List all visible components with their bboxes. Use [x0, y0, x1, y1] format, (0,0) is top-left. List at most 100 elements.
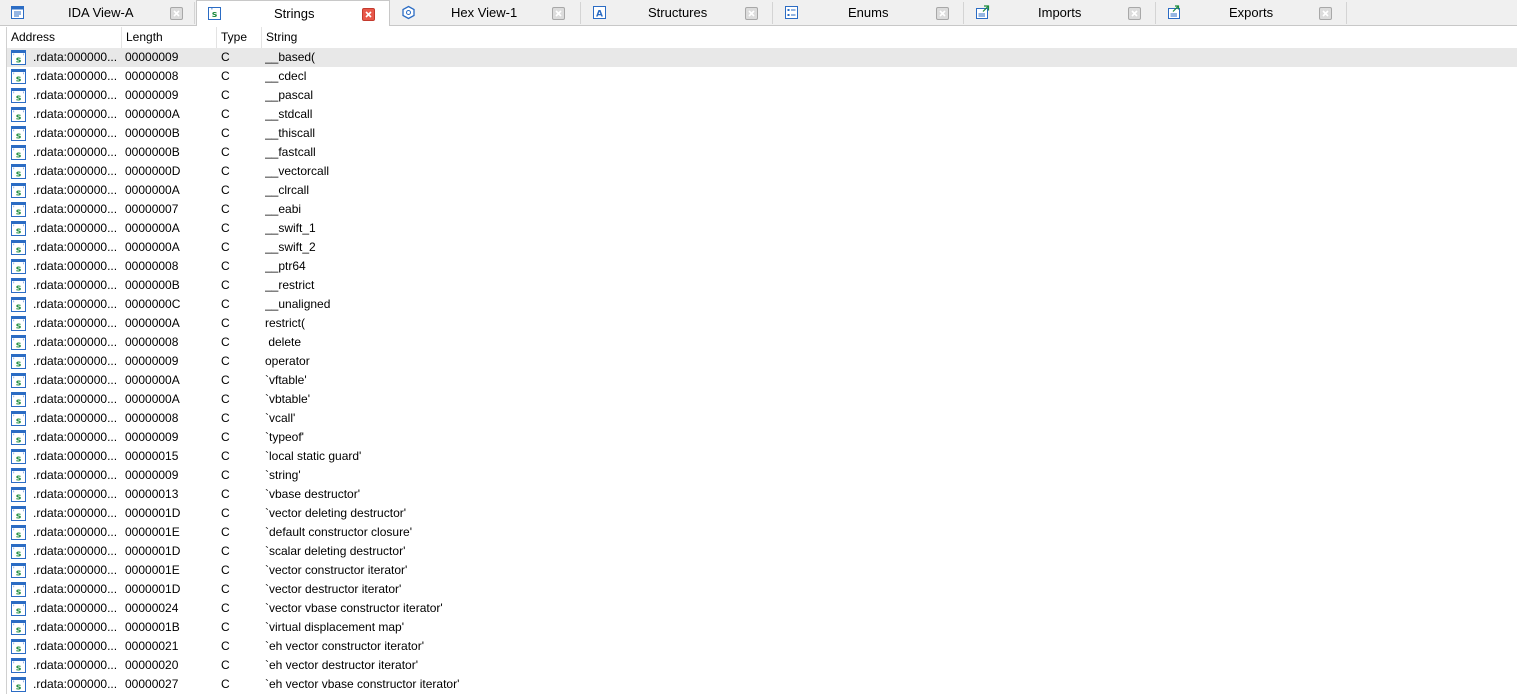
table-row[interactable]: s ' ' .rdata:000000... 0000000C C __unal… [7, 295, 1517, 314]
tab-strings[interactable]: s " Strings [196, 0, 390, 26]
column-header-type[interactable]: Type [217, 27, 262, 48]
close-icon[interactable] [745, 7, 758, 20]
cell-address: .rdata:000000... [33, 278, 118, 292]
cell-type: C [221, 107, 230, 121]
table-row[interactable]: s ' ' .rdata:000000... 0000000B C __fast… [7, 143, 1517, 162]
cell-address: .rdata:000000... [33, 468, 118, 482]
table-row[interactable]: s ' ' .rdata:000000... 0000000B C __rest… [7, 276, 1517, 295]
cell-string: `vbtable' [265, 392, 310, 406]
table-row[interactable]: s ' ' .rdata:000000... 00000024 C `vecto… [7, 599, 1517, 618]
table-row[interactable]: s ' ' .rdata:000000... 00000015 C `local… [7, 447, 1517, 466]
cell-type: C [221, 88, 230, 102]
table-row[interactable]: s ' ' .rdata:000000... 0000001E C `defau… [7, 523, 1517, 542]
table-row[interactable]: s ' ' .rdata:000000... 00000009 C `strin… [7, 466, 1517, 485]
cell-type: C [221, 50, 230, 64]
cell-type: C [221, 354, 230, 368]
svg-text:s: s [16, 569, 21, 579]
table-row[interactable]: s ' ' .rdata:000000... 00000009 C __pasc… [7, 86, 1517, 105]
table-row[interactable]: s ' ' .rdata:000000... 0000000A C __clrc… [7, 181, 1517, 200]
table-row[interactable]: s ' ' .rdata:000000... 00000008 C `vcall… [7, 409, 1517, 428]
cell-type: C [221, 582, 230, 596]
cell-length: 00000024 [125, 601, 179, 615]
close-icon[interactable] [936, 7, 949, 20]
table-row[interactable]: s ' ' .rdata:000000... 00000008 C delete [7, 333, 1517, 352]
cell-address: .rdata:000000... [33, 639, 118, 653]
tab-enums[interactable]: Enums [774, 2, 964, 24]
table-row[interactable]: s ' ' .rdata:000000... 00000020 C `eh ve… [7, 656, 1517, 675]
table-row[interactable]: s ' ' .rdata:000000... 0000001D C `vecto… [7, 504, 1517, 523]
cell-string: __ptr64 [265, 259, 306, 273]
cell-string: `vbase destructor' [265, 487, 360, 501]
string-icon: s ' ' [11, 240, 26, 256]
table-row[interactable]: s ' ' .rdata:000000... 0000001E C `vecto… [7, 561, 1517, 580]
string-icon: s ' ' [11, 259, 26, 275]
svg-text:s: s [16, 227, 21, 237]
string-icon: s ' ' [11, 126, 26, 142]
table-row[interactable]: s ' ' .rdata:000000... 0000001D C `vecto… [7, 580, 1517, 599]
table-row[interactable]: s ' ' .rdata:000000... 00000009 C operat… [7, 352, 1517, 371]
cell-type: C [221, 316, 230, 330]
table-row[interactable]: s ' ' .rdata:000000... 0000000A C __stdc… [7, 105, 1517, 124]
cell-string: `vector constructor iterator' [265, 563, 408, 577]
cell-address: .rdata:000000... [33, 202, 118, 216]
close-icon[interactable] [552, 7, 565, 20]
column-header-address[interactable]: Address [7, 27, 122, 48]
table-row[interactable]: s ' ' .rdata:000000... 00000013 C `vbase… [7, 485, 1517, 504]
tab-ida-view-a[interactable]: IDA View-A [0, 2, 195, 24]
column-header-length[interactable]: Length [122, 27, 217, 48]
svg-text:s: s [16, 75, 21, 85]
table-row[interactable]: s ' ' .rdata:000000... 00000027 C `eh ve… [7, 675, 1517, 694]
table-row[interactable]: s ' ' .rdata:000000... 00000008 C __ptr6… [7, 257, 1517, 276]
table-row[interactable]: s ' ' .rdata:000000... 00000008 C __cdec… [7, 67, 1517, 86]
cell-length: 00000020 [125, 658, 179, 672]
svg-text:s: s [16, 379, 21, 389]
close-icon[interactable] [170, 7, 183, 20]
table-row[interactable]: s ' ' .rdata:000000... 0000001B C `virtu… [7, 618, 1517, 637]
table-row[interactable]: s ' ' .rdata:000000... 0000001D C `scala… [7, 542, 1517, 561]
table-header: Address Length Type String [7, 27, 1517, 48]
table-row[interactable]: s ' ' .rdata:000000... 0000000A C __swif… [7, 238, 1517, 257]
cell-address: .rdata:000000... [33, 316, 118, 330]
table-row[interactable]: s ' ' .rdata:000000... 0000000A C `vbtab… [7, 390, 1517, 409]
cell-length: 0000001E [125, 525, 180, 539]
svg-text:s: s [16, 474, 21, 484]
close-icon[interactable] [362, 8, 375, 21]
tab-hex-view-1[interactable]: Hex View-1 [391, 2, 581, 24]
tab-imports[interactable]: Imports [965, 2, 1156, 24]
table-row[interactable]: s ' ' .rdata:000000... 0000000B C __this… [7, 124, 1517, 143]
cell-length: 0000000B [125, 145, 180, 159]
cell-address: .rdata:000000... [33, 506, 118, 520]
svg-text:s: s [16, 588, 21, 598]
svg-text:s: s [16, 436, 21, 446]
table-row[interactable]: s ' ' .rdata:000000... 00000007 C __eabi [7, 200, 1517, 219]
table-row[interactable]: s ' ' .rdata:000000... 00000009 C __base… [7, 48, 1517, 67]
cell-length: 00000007 [125, 202, 179, 216]
string-icon: s ' ' [11, 449, 26, 465]
cell-type: C [221, 563, 230, 577]
svg-text:s: s [16, 531, 21, 541]
string-icon: s ' ' [11, 525, 26, 541]
close-icon[interactable] [1128, 7, 1141, 20]
tab-exports[interactable]: Exports [1157, 2, 1347, 24]
table-row[interactable]: s ' ' .rdata:000000... 00000009 C `typeo… [7, 428, 1517, 447]
tab-structures[interactable]: A Structures [582, 2, 773, 24]
string-icon: s ' ' [11, 88, 26, 104]
table-row[interactable]: s ' ' .rdata:000000... 0000000D C __vect… [7, 162, 1517, 181]
table-row[interactable]: s ' ' .rdata:000000... 0000000A C `vftab… [7, 371, 1517, 390]
string-icon: s ' ' [11, 582, 26, 598]
cell-string: `vftable' [265, 373, 307, 387]
cell-string: __clrcall [265, 183, 310, 197]
close-icon[interactable] [1319, 7, 1332, 20]
string-icon: s ' ' [11, 658, 26, 674]
table-row[interactable]: s ' ' .rdata:000000... 00000021 C `eh ve… [7, 637, 1517, 656]
column-header-string[interactable]: String [262, 27, 1517, 48]
table-row[interactable]: s ' ' .rdata:000000... 0000000A C __swif… [7, 219, 1517, 238]
table-row[interactable]: s ' ' .rdata:000000... 0000000A C restri… [7, 314, 1517, 333]
string-icon: s ' ' [11, 145, 26, 161]
cell-string: `eh vector vbase constructor iterator' [265, 677, 460, 691]
cell-address: .rdata:000000... [33, 88, 118, 102]
cell-string: `vector vbase constructor iterator' [265, 601, 443, 615]
string-icon: s ' ' [11, 373, 26, 389]
svg-text:s: s [16, 170, 21, 180]
tab-label: Hex View-1 [451, 5, 518, 20]
